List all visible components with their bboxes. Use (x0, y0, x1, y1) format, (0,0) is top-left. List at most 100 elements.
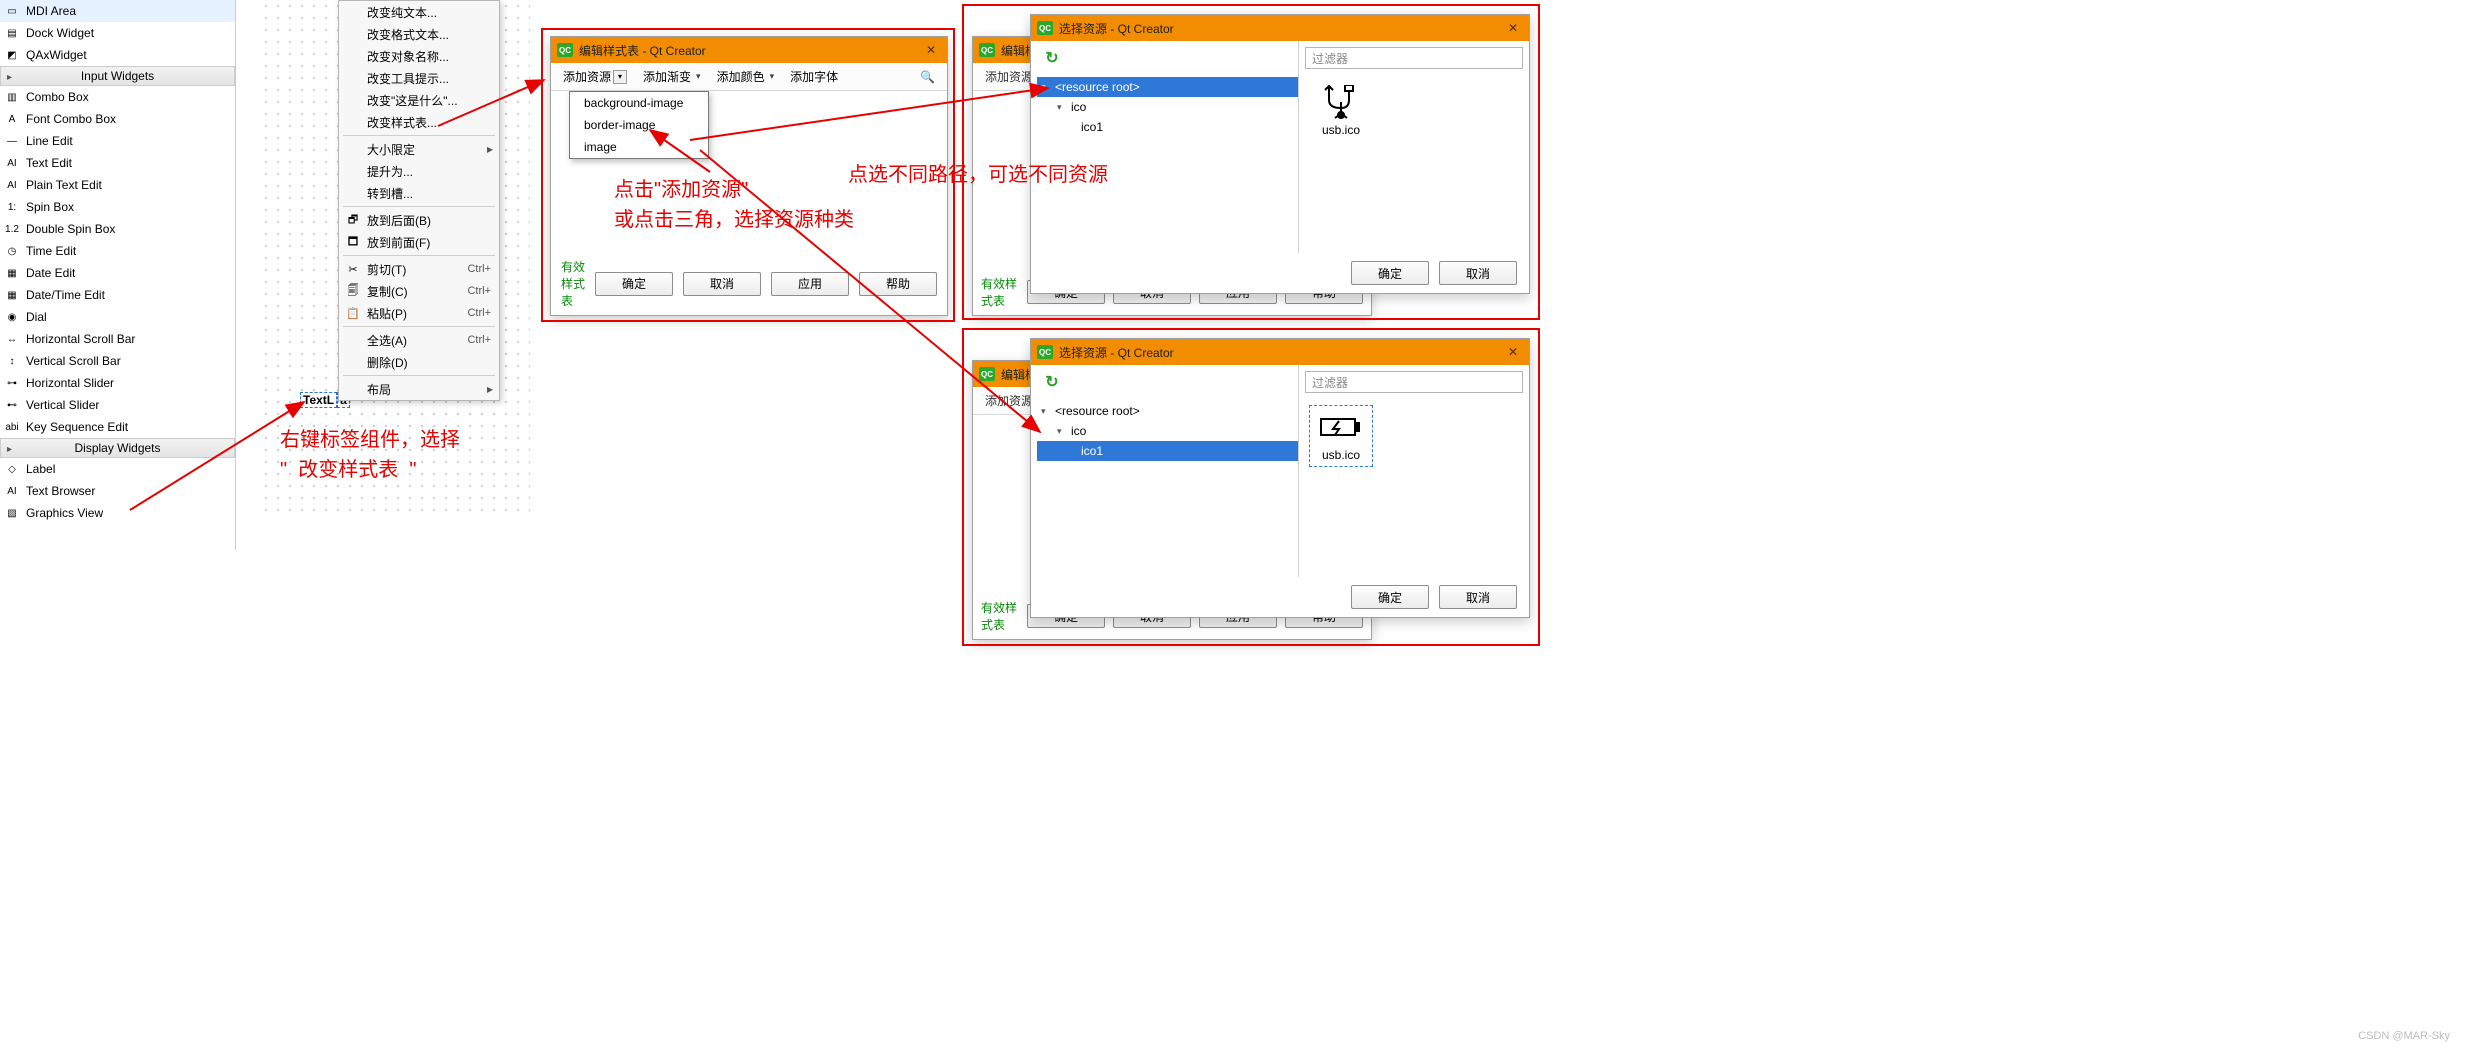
dialog-title: 选择资源 - Qt Creator (1059, 344, 1497, 361)
widget-category-display[interactable]: Display Widgets (0, 438, 235, 458)
widget-item[interactable]: ▥Combo Box (0, 86, 235, 108)
context-menu-item[interactable]: 转到槽... (339, 182, 499, 204)
widget-item[interactable]: ▦Date/Time Edit (0, 284, 235, 306)
help-button[interactable]: 帮助 (859, 272, 937, 296)
context-menu-item[interactable]: 🗖放到前面(F) (339, 231, 499, 253)
dialog-button-row: 有效样式表 确定 取消 应用 帮助 (561, 258, 937, 309)
menu-shortcut: Ctrl+ (457, 334, 491, 346)
widget-icon: ◉ (4, 309, 20, 325)
widget-icon: ▤ (4, 25, 20, 41)
widget-item[interactable]: ▦Date Edit (0, 262, 235, 284)
color-picker-icon[interactable]: 🔍 (920, 70, 935, 84)
ok-button[interactable]: 确定 (1351, 585, 1429, 609)
widget-item[interactable]: ◉Dial (0, 306, 235, 328)
widget-icon: AI (4, 483, 20, 499)
widget-item[interactable]: abiKey Sequence Edit (0, 416, 235, 438)
widget-item[interactable]: ◩QAxWidget (0, 44, 235, 66)
tree-root[interactable]: ▾<resource root> (1037, 77, 1298, 97)
widget-item[interactable]: 1:Spin Box (0, 196, 235, 218)
dropdown-icon[interactable]: ▾ (613, 70, 627, 84)
close-icon[interactable]: ✕ (1503, 19, 1523, 37)
context-menu-item[interactable]: 改变纯文本... (339, 1, 499, 23)
filter-input[interactable]: 过滤器 (1305, 47, 1523, 69)
widget-item[interactable]: 1.2Double Spin Box (0, 218, 235, 240)
tree-leaf[interactable]: ico1 (1037, 441, 1298, 461)
tree-folder[interactable]: ▾ico (1037, 421, 1298, 441)
widget-item[interactable]: —Line Edit (0, 130, 235, 152)
menu-label: 改变"这是什么"... (367, 92, 458, 109)
widget-icon: ◇ (4, 461, 20, 477)
filter-input[interactable]: 过滤器 (1305, 371, 1523, 393)
context-menu-item[interactable]: 改变对象名称... (339, 45, 499, 67)
context-menu-item[interactable]: 改变样式表... (339, 111, 499, 133)
add-resource-button[interactable]: 添加资源 ▾ (563, 68, 627, 85)
widget-label: Horizontal Scroll Bar (26, 332, 135, 346)
context-menu-item[interactable]: 🗐复制(C)Ctrl+ (339, 280, 499, 302)
widget-item[interactable]: ⊶Horizontal Slider (0, 372, 235, 394)
reload-icon[interactable]: ↻ (1041, 371, 1063, 393)
dropdown-item-bg[interactable]: background-image (570, 92, 708, 114)
under-add-res2[interactable]: 添加资源 (985, 392, 1033, 409)
dialog-titlebar[interactable]: QC 编辑样式表 - Qt Creator ✕ (551, 37, 947, 63)
ok-button[interactable]: 确定 (1351, 261, 1429, 285)
menu-icon: 🗗 (345, 212, 361, 228)
context-menu-item[interactable]: 📋粘贴(P)Ctrl+ (339, 302, 499, 324)
widget-label: Line Edit (26, 134, 73, 148)
close-icon[interactable]: ✕ (1503, 343, 1523, 361)
tree-leaf[interactable]: ico1 (1037, 117, 1298, 137)
preview-label: usb.ico (1322, 123, 1360, 137)
widget-item[interactable]: ↔Horizontal Scroll Bar (0, 328, 235, 350)
reload-icon[interactable]: ↻ (1041, 47, 1063, 69)
context-menu-item[interactable]: 删除(D) (339, 351, 499, 373)
widget-label: Key Sequence Edit (26, 420, 128, 434)
tree-folder[interactable]: ▾ico (1037, 97, 1298, 117)
cancel-button[interactable]: 取消 (1439, 261, 1517, 285)
menu-label: 布局 (367, 381, 391, 398)
resource-tree[interactable]: ▾<resource root> ▾ico ico1 (1031, 77, 1298, 137)
cancel-button[interactable]: 取消 (683, 272, 761, 296)
widget-item[interactable]: ↕Vertical Scroll Bar (0, 350, 235, 372)
resource-preview[interactable]: usb.ico (1309, 405, 1373, 467)
close-icon[interactable]: ✕ (921, 41, 941, 59)
tree-root[interactable]: ▾<resource root> (1037, 401, 1298, 421)
widget-category-input[interactable]: Input Widgets (0, 66, 235, 86)
resource-tree[interactable]: ▾<resource root> ▾ico ico1 (1031, 401, 1298, 461)
context-menu[interactable]: 改变纯文本...改变格式文本...改变对象名称...改变工具提示... 改变"这是… (338, 0, 500, 401)
widget-item[interactable]: ▭MDI Area (0, 0, 235, 22)
context-menu-item[interactable]: 大小限定 (339, 138, 499, 160)
select-resource-dialog-1: QC 选择资源 - Qt Creator ✕ ↻ ▾<resource root… (1030, 14, 1530, 294)
context-menu-item[interactable]: 改变工具提示... (339, 67, 499, 89)
context-menu-item[interactable]: ✂剪切(T)Ctrl+ (339, 258, 499, 280)
dropdown-item-image[interactable]: image (570, 136, 708, 158)
widget-item[interactable]: ◇Label (0, 458, 235, 480)
context-menu-item[interactable]: 全选(A)Ctrl+ (339, 329, 499, 351)
widget-item[interactable]: ⊷Vertical Slider (0, 394, 235, 416)
menu-icon: 🗖 (345, 234, 361, 250)
widget-item[interactable]: ◷Time Edit (0, 240, 235, 262)
widget-item[interactable]: AIPlain Text Edit (0, 174, 235, 196)
context-menu-item[interactable]: 提升为... (339, 160, 499, 182)
widget-label: Text Browser (26, 484, 95, 498)
context-menu-item[interactable]: 改变"这是什么"... (339, 89, 499, 111)
widget-item[interactable]: AFont Combo Box (0, 108, 235, 130)
add-color-button[interactable]: 添加颜色▾ (717, 68, 775, 85)
widget-item[interactable]: AIText Edit (0, 152, 235, 174)
widget-icon: ↕ (4, 353, 20, 369)
widget-label: Horizontal Slider (26, 376, 114, 390)
ok-button[interactable]: 确定 (595, 272, 673, 296)
widget-item[interactable]: ▧Graphics View (0, 502, 235, 524)
resource-preview[interactable]: usb.ico (1309, 81, 1373, 141)
cancel-button[interactable]: 取消 (1439, 585, 1517, 609)
select-resource-dialog-2: QC 选择资源 - Qt Creator ✕ ↻ ▾<resource root… (1030, 338, 1530, 618)
context-menu-item[interactable]: 改变格式文本... (339, 23, 499, 45)
add-gradient-button[interactable]: 添加渐变▾ (643, 68, 701, 85)
add-font-button[interactable]: 添加字体 (790, 68, 838, 85)
widget-item[interactable]: AI Text Browser (0, 480, 235, 502)
context-menu-item[interactable]: 🗗放到后面(B) (339, 209, 499, 231)
apply-button[interactable]: 应用 (771, 272, 849, 296)
under-add-res[interactable]: 添加资源 (985, 68, 1033, 85)
context-menu-item[interactable]: 布局 (339, 378, 499, 400)
add-resource-dropdown[interactable]: background-image border-image image (569, 91, 709, 159)
widget-item[interactable]: ▤Dock Widget (0, 22, 235, 44)
dropdown-item-border[interactable]: border-image (570, 114, 708, 136)
